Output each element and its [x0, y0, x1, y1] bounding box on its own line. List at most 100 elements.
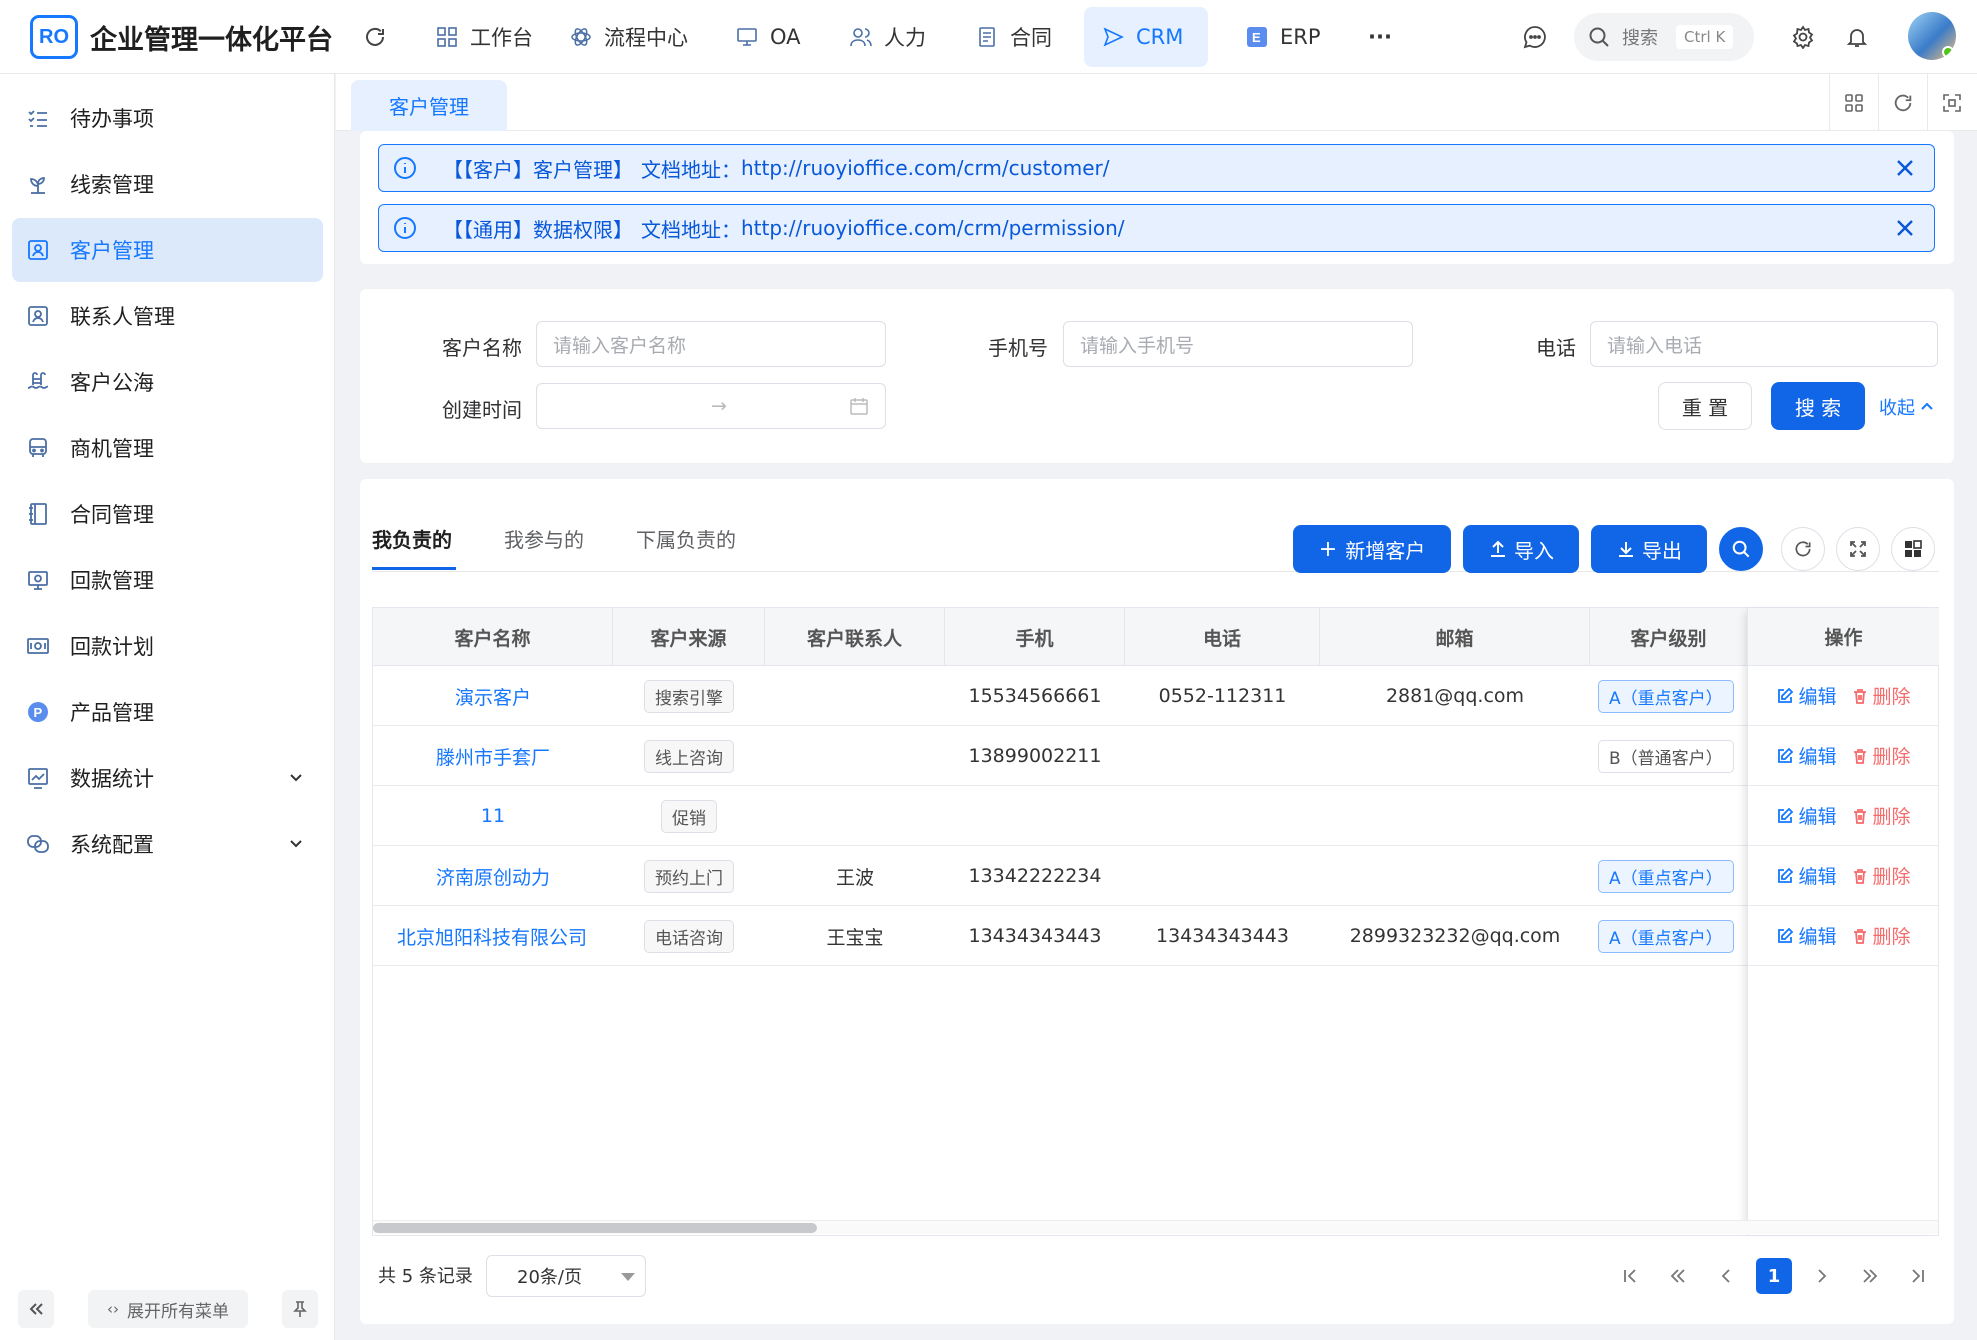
toggle-search-button[interactable] — [1719, 527, 1763, 571]
global-search[interactable]: 搜索 Ctrl K — [1574, 13, 1754, 61]
column-header-level[interactable]: 客户级别 — [1590, 608, 1747, 666]
delete-button[interactable]: 删除 — [1851, 682, 1911, 709]
reset-button[interactable]: 重 置 — [1658, 382, 1752, 430]
prev-page-icon[interactable] — [1708, 1258, 1744, 1294]
sidebar-item-payments[interactable]: 回款管理 — [12, 548, 323, 612]
edit-button[interactable]: 编辑 — [1776, 802, 1837, 829]
menu-workbench[interactable]: 工作台 — [418, 7, 551, 67]
mobile-input[interactable]: 请输入手机号 — [1063, 321, 1413, 367]
sidebar-item-leads[interactable]: 线索管理 — [12, 152, 323, 216]
export-button[interactable]: 导出 — [1591, 525, 1707, 573]
table-row: 滕州市手套厂 线上咨询 13899002211 B（普通客户） — [373, 726, 1938, 786]
tab-grid-icon[interactable] — [1829, 74, 1878, 131]
sidebar-item-todo[interactable]: 待办事项 — [12, 86, 323, 150]
column-header-source[interactable]: 客户来源 — [613, 608, 765, 666]
page-size-select[interactable]: 20条/页 — [486, 1255, 646, 1297]
collapse-sidebar-button[interactable] — [18, 1290, 54, 1328]
menu-more[interactable]: ··· — [1350, 7, 1410, 67]
created-time-range-picker[interactable]: → — [536, 383, 886, 429]
pin-sidebar-button[interactable] — [282, 1290, 318, 1328]
page-number-current[interactable]: 1 — [1756, 1258, 1792, 1294]
delete-button[interactable]: 删除 — [1851, 922, 1911, 949]
first-page-icon[interactable] — [1612, 1258, 1648, 1294]
fullscreen-icon[interactable] — [1927, 74, 1976, 131]
column-header-contact[interactable]: 客户联系人 — [765, 608, 945, 666]
refresh-table-button[interactable] — [1781, 527, 1825, 571]
level-cell — [1598, 786, 1747, 846]
collapse-filters-link[interactable]: 收起 — [1879, 394, 1935, 420]
expand-all-menus-button[interactable]: ‹› 展开所有菜单 — [88, 1290, 248, 1328]
customer-name-link[interactable]: 济南原创动力 — [436, 863, 550, 890]
alert-tag: 【【通用】数据权限】 — [443, 217, 633, 242]
menu-crm[interactable]: CRM — [1084, 7, 1208, 67]
sidebar-item-opportunities[interactable]: 商机管理 — [12, 416, 323, 480]
tab-my-participated[interactable]: 我参与的 — [504, 524, 584, 553]
next-five-pages-icon[interactable] — [1852, 1258, 1888, 1294]
column-header-mobile[interactable]: 手机 — [945, 608, 1125, 666]
edit-button[interactable]: 编辑 — [1776, 682, 1837, 709]
last-page-icon[interactable] — [1900, 1258, 1936, 1294]
delete-button[interactable]: 删除 — [1851, 802, 1911, 829]
user-avatar[interactable] — [1908, 12, 1956, 60]
next-page-icon[interactable] — [1804, 1258, 1840, 1294]
close-icon[interactable] — [1894, 217, 1916, 239]
todo-list-icon — [26, 106, 50, 130]
sidebar-item-products[interactable]: P 产品管理 — [12, 680, 323, 744]
alert-link[interactable]: http://ruoyioffice.com/crm/customer/ — [741, 156, 1110, 180]
tab-customer-management[interactable]: 客户管理 — [351, 80, 507, 131]
tab-my-responsible[interactable]: 我负责的 — [372, 524, 452, 553]
customer-name-input[interactable]: 请输入客户名称 — [536, 321, 886, 367]
sidebar-item-contacts[interactable]: 联系人管理 — [12, 284, 323, 348]
add-customer-button[interactable]: + 新增客户 — [1293, 525, 1451, 573]
column-header-phone[interactable]: 电话 — [1125, 608, 1320, 666]
sidebar-item-customer-pool[interactable]: 客户公海 — [12, 350, 323, 414]
chevron-down-icon — [287, 834, 305, 852]
level-tag: A（重点客户） — [1598, 859, 1734, 893]
gear-icon[interactable] — [1788, 22, 1818, 52]
range-separator: → — [711, 395, 727, 417]
total-records: 共 5 条记录 — [378, 1266, 473, 1287]
customer-name-link[interactable]: 北京旭阳科技有限公司 — [397, 923, 587, 950]
horizontal-scrollbar[interactable] — [373, 1220, 1938, 1234]
phone-input[interactable]: 请输入电话 — [1590, 321, 1938, 367]
doc-alert-customer: 【【客户】客户管理】 文档地址： http://ruoyioffice.com/… — [378, 144, 1935, 192]
column-header-email[interactable]: 邮箱 — [1320, 608, 1590, 666]
edit-label: 编辑 — [1798, 806, 1837, 828]
source-tag: 电话咨询 — [644, 919, 734, 953]
menu-process[interactable]: 流程中心 — [552, 7, 706, 67]
sidebar-item-settings[interactable]: 系统配置 — [12, 812, 323, 876]
tab-subordinates[interactable]: 下属负责的 — [636, 524, 736, 553]
column-settings-button[interactable] — [1891, 527, 1935, 571]
alert-link[interactable]: http://ruoyioffice.com/crm/permission/ — [741, 216, 1125, 240]
tab-refresh-icon[interactable] — [1878, 74, 1927, 131]
menu-erp[interactable]: E ERP — [1228, 7, 1339, 67]
menu-hr[interactable]: 人力 — [832, 7, 944, 67]
scrollbar-thumb[interactable] — [373, 1223, 817, 1233]
active-tab-indicator — [372, 567, 456, 570]
close-icon[interactable] — [1894, 157, 1916, 179]
sidebar-item-contracts[interactable]: 合同管理 — [12, 482, 323, 546]
fullscreen-table-button[interactable] — [1836, 527, 1880, 571]
menu-contract[interactable]: 合同 — [958, 7, 1070, 67]
search-button[interactable]: 搜 索 — [1771, 382, 1865, 430]
refresh-icon[interactable] — [360, 22, 390, 52]
edit-button[interactable]: 编辑 — [1776, 742, 1837, 769]
mobile-cell: 15534566661 — [968, 685, 1102, 707]
sidebar-item-payment-plan[interactable]: 回款计划 — [12, 614, 323, 678]
menu-oa[interactable]: OA — [718, 7, 819, 67]
delete-button[interactable]: 删除 — [1851, 742, 1911, 769]
app-logo[interactable]: RO — [30, 15, 78, 59]
edit-button[interactable]: 编辑 — [1776, 862, 1837, 889]
sidebar-item-statistics[interactable]: 数据统计 — [12, 746, 323, 810]
customer-name-link[interactable]: 演示客户 — [455, 683, 531, 710]
bell-icon[interactable] — [1842, 22, 1872, 52]
edit-button[interactable]: 编辑 — [1776, 922, 1837, 949]
import-button[interactable]: 导入 — [1463, 525, 1579, 573]
column-header-name[interactable]: 客户名称 — [373, 608, 613, 666]
sidebar-item-customers[interactable]: 客户管理 — [12, 218, 323, 282]
customer-name-link[interactable]: 11 — [481, 805, 505, 827]
customer-name-link[interactable]: 滕州市手套厂 — [436, 743, 550, 770]
prev-five-pages-icon[interactable] — [1660, 1258, 1696, 1294]
delete-button[interactable]: 删除 — [1851, 862, 1911, 889]
chat-icon[interactable] — [1520, 22, 1550, 52]
